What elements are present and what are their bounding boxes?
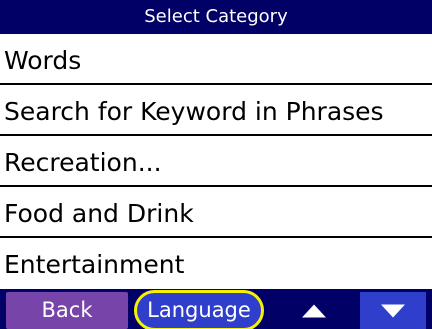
- category-item-search-keyword[interactable]: Search for Keyword in Phrases: [0, 85, 432, 136]
- category-item-words[interactable]: Words: [0, 34, 432, 85]
- back-button[interactable]: Back: [6, 292, 128, 329]
- category-item-entertainment[interactable]: Entertainment: [0, 238, 432, 287]
- down-arrow-icon: [381, 304, 405, 317]
- scroll-up-button[interactable]: [283, 292, 345, 329]
- category-list: Words Search for Keyword in Phrases Recr…: [0, 34, 432, 289]
- scroll-down-button[interactable]: [360, 292, 426, 329]
- up-arrow-icon: [302, 304, 326, 317]
- page-title: Select Category: [0, 0, 432, 34]
- category-screen: Select Category Words Search for Keyword…: [0, 0, 432, 329]
- category-item-food-and-drink[interactable]: Food and Drink: [0, 187, 432, 238]
- language-button[interactable]: Language: [134, 290, 264, 329]
- footer-toolbar: Back Language: [0, 289, 432, 329]
- category-item-recreation[interactable]: Recreation...: [0, 136, 432, 187]
